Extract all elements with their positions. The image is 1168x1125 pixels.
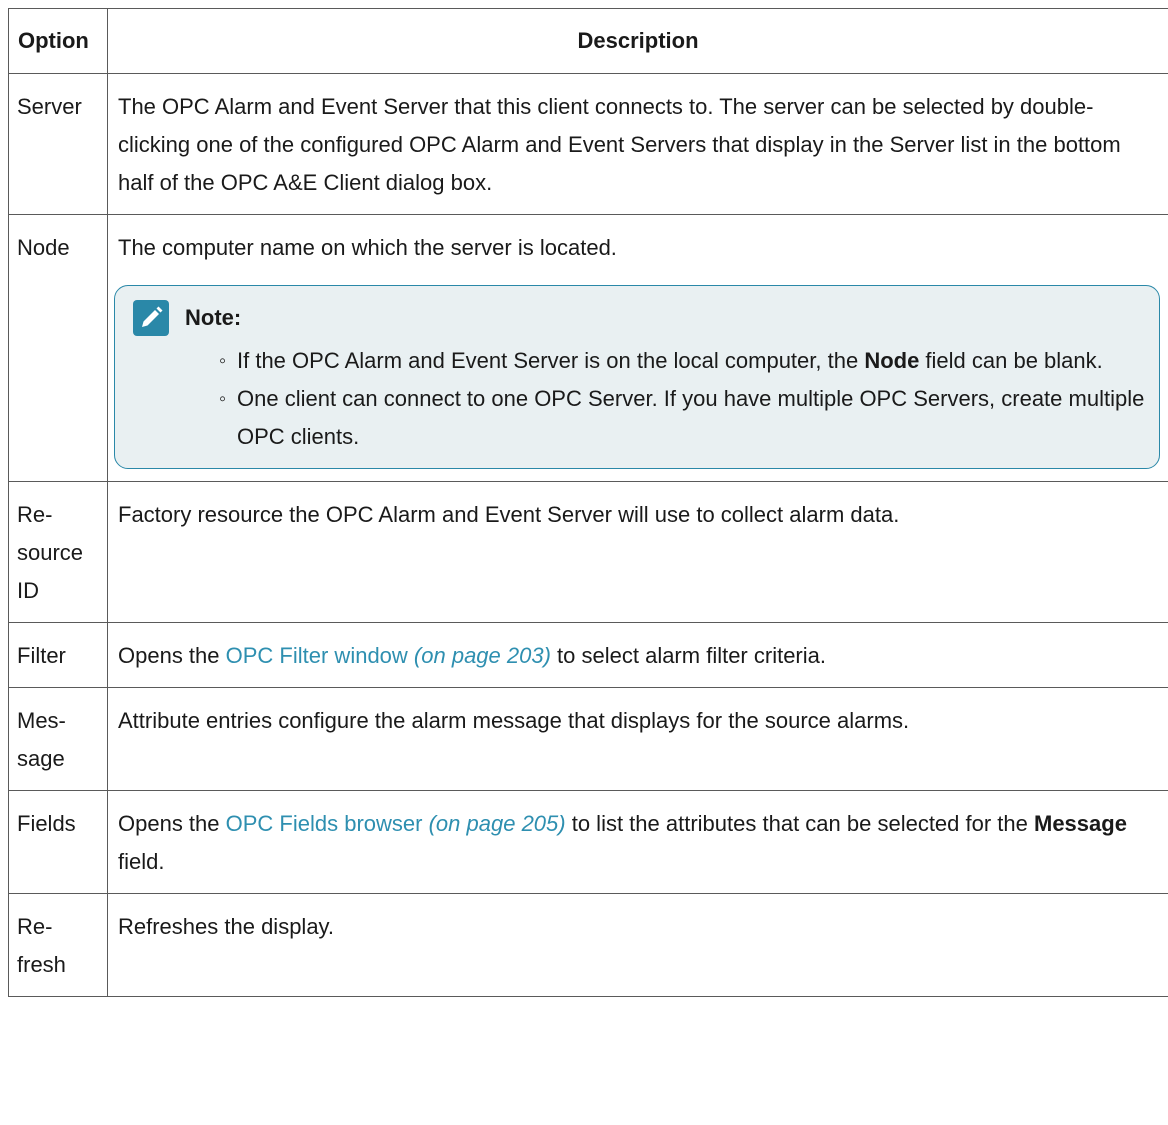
note-list: If the OPC Alarm and Event Server is on … [133,342,1149,456]
header-option: Option [8,8,108,74]
table-row: Node The computer name on which the serv… [8,214,1168,482]
option-name-line: sage [17,746,65,771]
note-title: Note: [185,305,242,330]
option-description: Refreshes the display. [107,893,1168,997]
opc-filter-window-link[interactable]: OPC Filter window (on page 203) [226,643,551,668]
options-table: Option Description Server The OPC Alarm … [8,8,1168,997]
option-description: Factory resource the OPC Alarm and Event… [107,481,1168,623]
pencil-icon [133,300,169,336]
node-field-name: Node [864,348,920,373]
table-row: Fields Opens the OPC Fields browser (on … [8,790,1168,894]
note-header: Note: [133,300,1149,336]
option-name: Server [8,73,108,215]
description-text: Opens the [118,811,226,836]
option-name-line: ID [17,578,39,603]
link-page-ref[interactable]: (on page 203) [414,643,551,668]
option-name: Re-fresh [8,893,108,997]
option-description: Opens the OPC Fields browser (on page 20… [107,790,1168,894]
opc-fields-browser-link[interactable]: OPC Fields browser (on page 205) [226,811,566,836]
option-description: Attribute entries configure the alarm me… [107,687,1168,791]
note-item-text: field can be blank. [919,348,1103,373]
table-row: Mes-sage Attribute entries configure the… [8,687,1168,791]
header-description: Description [107,8,1168,74]
option-name: Mes-sage [8,687,108,791]
note-box: Note: If the OPC Alarm and Event Server … [114,285,1160,469]
note-item-text: If the OPC Alarm and Event Server is on … [237,348,865,373]
option-name-line: Re- [17,502,53,527]
option-name: Fields [8,790,108,894]
message-field-name: Message [1034,811,1127,836]
option-name-line: Re- [17,914,53,939]
note-item: One client can connect to one OPC Server… [219,380,1149,456]
description-text: to select alarm filter criteria. [550,643,826,668]
link-text[interactable]: OPC Fields browser [226,811,423,836]
option-name: Node [8,214,108,482]
table-row: Server The OPC Alarm and Event Server th… [8,73,1168,215]
table-row: Re-fresh Refreshes the display. [8,893,1168,997]
description-text: field. [118,849,165,874]
description-text: Opens the [118,643,226,668]
option-name: Re-source ID [8,481,108,623]
table-header-row: Option Description [8,8,1168,74]
note-item: If the OPC Alarm and Event Server is on … [219,342,1149,380]
description-text: to list the attributes that can be selec… [565,811,1034,836]
option-description: Opens the OPC Filter window (on page 203… [107,622,1168,688]
option-description-cell: The computer name on which the server is… [107,214,1168,482]
option-name-line: source [17,540,84,565]
link-text[interactable]: OPC Filter window [226,643,408,668]
option-name: Filter [8,622,108,688]
link-page-ref[interactable]: (on page 205) [429,811,566,836]
option-name-line: Mes- [17,708,66,733]
option-description: The OPC Alarm and Event Server that this… [107,73,1168,215]
option-description: The computer name on which the server is… [118,235,617,260]
option-name-line: fresh [17,952,66,977]
table-row: Filter Opens the OPC Filter window (on p… [8,622,1168,688]
table-row: Re-source ID Factory resource the OPC Ala… [8,481,1168,623]
